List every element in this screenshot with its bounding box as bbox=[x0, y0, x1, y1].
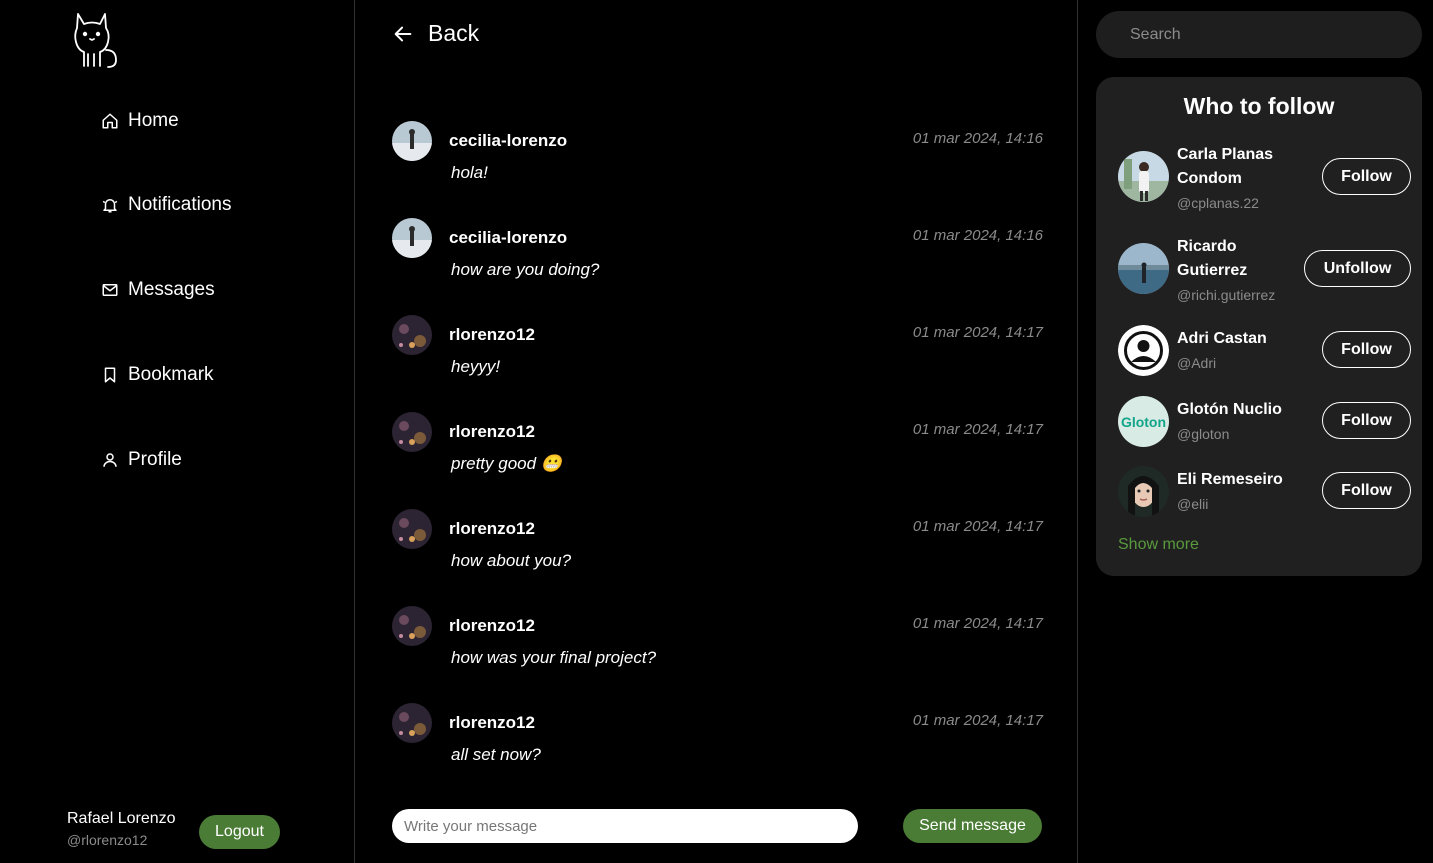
avatar[interactable] bbox=[392, 315, 432, 355]
gloton-logo-text: Gloton bbox=[1120, 413, 1167, 430]
chat-panel: Back cecilia-lorenzo 01 mar 2024, 14:16 … bbox=[356, 0, 1078, 863]
app: Home Notifications Messages Bookmark Pro… bbox=[0, 0, 1433, 863]
bookmark-icon bbox=[100, 366, 119, 385]
suggestion-name[interactable]: Adri Castan bbox=[1177, 327, 1267, 351]
suggestion-handle: @richi.gutierrez bbox=[1177, 287, 1276, 303]
arrow-left-icon bbox=[394, 26, 412, 41]
nav-home[interactable]: Home bbox=[100, 110, 179, 132]
nav-profile-label: Profile bbox=[128, 449, 182, 470]
message-item: rlorenzo12 01 mar 2024, 14:17 heyyy! bbox=[392, 315, 1043, 395]
home-icon bbox=[100, 112, 119, 131]
message-timestamp: 01 mar 2024, 14:17 bbox=[912, 324, 1043, 341]
suggestion-handle: @gloton bbox=[1177, 426, 1230, 442]
nav-bookmark[interactable]: Bookmark bbox=[100, 364, 214, 386]
message-item: rlorenzo12 01 mar 2024, 14:17 all set no… bbox=[392, 703, 1043, 783]
message-timestamp: 01 mar 2024, 14:16 bbox=[912, 227, 1043, 244]
message-author[interactable]: rlorenzo12 bbox=[449, 325, 535, 345]
avatar[interactable] bbox=[1118, 243, 1169, 294]
avatar[interactable] bbox=[392, 703, 432, 743]
message-author[interactable]: rlorenzo12 bbox=[449, 519, 535, 539]
default-avatar-icon[interactable] bbox=[1118, 325, 1169, 376]
left-sidebar: Home Notifications Messages Bookmark Pro… bbox=[0, 0, 355, 863]
who-to-follow-panel: Who to follow Carla Planas Condom @cplan… bbox=[1096, 77, 1422, 576]
suggestion-name[interactable]: Glotón Nuclio bbox=[1177, 398, 1282, 422]
follow-button[interactable]: Follow bbox=[1322, 402, 1411, 439]
suggestion-name[interactable]: Carla Planas bbox=[1177, 143, 1273, 167]
logout-button[interactable]: Logout bbox=[199, 815, 280, 849]
message-timestamp: 01 mar 2024, 14:17 bbox=[912, 421, 1043, 438]
avatar[interactable] bbox=[1118, 151, 1169, 202]
suggestion-item: Ricardo Gutierrez @richi.gutierrez Unfol… bbox=[1118, 235, 1411, 305]
message-text: all set now? bbox=[451, 745, 541, 764]
suggestion-item: Eli Remeseiro @elii Follow bbox=[1118, 466, 1411, 518]
message-author[interactable]: rlorenzo12 bbox=[449, 422, 535, 442]
send-message-button[interactable]: Send message bbox=[903, 809, 1042, 843]
suggestion-item: Carla Planas Condom @cplanas.22 Follow bbox=[1118, 143, 1411, 213]
suggestion-name[interactable]: Eli Remeseiro bbox=[1177, 468, 1283, 492]
message-timestamp: 01 mar 2024, 14:17 bbox=[912, 712, 1043, 729]
message-text: heyyy! bbox=[451, 357, 501, 376]
follow-button[interactable]: Follow bbox=[1322, 158, 1411, 195]
message-text: how was your final project? bbox=[451, 648, 657, 667]
nav-bookmark-label: Bookmark bbox=[128, 364, 214, 385]
message-item: rlorenzo12 01 mar 2024, 14:17 pretty goo… bbox=[392, 412, 1043, 492]
message-text: how about you? bbox=[451, 551, 572, 570]
message-input[interactable] bbox=[392, 809, 858, 843]
gloton-logo-avatar[interactable]: Gloton bbox=[1118, 396, 1169, 447]
suggestion-name-line2[interactable]: Condom bbox=[1177, 167, 1242, 191]
avatar[interactable] bbox=[392, 606, 432, 646]
avatar[interactable] bbox=[392, 412, 432, 452]
show-more-link[interactable]: Show more bbox=[1118, 536, 1199, 554]
search-input[interactable] bbox=[1096, 11, 1422, 58]
bell-icon bbox=[100, 196, 119, 215]
message-timestamp: 01 mar 2024, 14:17 bbox=[912, 518, 1043, 535]
suggestion-name[interactable]: Ricardo bbox=[1177, 235, 1237, 259]
user-icon bbox=[100, 451, 119, 470]
message-item: rlorenzo12 01 mar 2024, 14:17 how about … bbox=[392, 509, 1043, 589]
current-user-name: Rafael Lorenzo bbox=[67, 810, 176, 827]
message-item: rlorenzo12 01 mar 2024, 14:17 how was yo… bbox=[392, 606, 1043, 686]
nav-messages-label: Messages bbox=[128, 279, 215, 300]
suggestion-handle: @Adri bbox=[1177, 355, 1217, 371]
nav-home-label: Home bbox=[128, 110, 179, 131]
nav-notifications[interactable]: Notifications bbox=[100, 194, 232, 216]
envelope-icon bbox=[100, 281, 119, 300]
unfollow-button[interactable]: Unfollow bbox=[1304, 250, 1411, 287]
message-text: how are you doing? bbox=[451, 260, 600, 279]
cat-logo-icon[interactable] bbox=[72, 10, 120, 70]
suggestion-handle: @elii bbox=[1177, 496, 1209, 512]
suggestion-item: Adri Castan @Adri Follow bbox=[1118, 325, 1411, 377]
back-label: Back bbox=[428, 20, 480, 46]
avatar[interactable] bbox=[1118, 466, 1169, 517]
back-button[interactable]: Back bbox=[392, 20, 479, 47]
message-author[interactable]: cecilia-lorenzo bbox=[449, 228, 567, 248]
message-author[interactable]: cecilia-lorenzo bbox=[449, 131, 567, 151]
current-user-handle: @rlorenzo12 bbox=[67, 832, 148, 848]
message-text: pretty good 😬 bbox=[451, 454, 562, 473]
follow-button[interactable]: Follow bbox=[1322, 472, 1411, 509]
avatar[interactable] bbox=[392, 121, 432, 161]
message-item: cecilia-lorenzo 01 mar 2024, 14:16 hola! bbox=[392, 121, 1043, 201]
suggestion-handle: @cplanas.22 bbox=[1177, 195, 1259, 211]
suggestion-item: Gloton Glotón Nuclio @gloton Follow bbox=[1118, 396, 1411, 448]
message-timestamp: 01 mar 2024, 14:16 bbox=[912, 130, 1043, 147]
nav-notifications-label: Notifications bbox=[128, 194, 232, 215]
message-item: cecilia-lorenzo 01 mar 2024, 14:16 how a… bbox=[392, 218, 1043, 298]
who-to-follow-title: Who to follow bbox=[1183, 93, 1335, 119]
nav-messages[interactable]: Messages bbox=[100, 279, 215, 301]
message-author[interactable]: rlorenzo12 bbox=[449, 713, 535, 733]
message-text: hola! bbox=[451, 163, 488, 182]
follow-button[interactable]: Follow bbox=[1322, 331, 1411, 368]
avatar[interactable] bbox=[392, 509, 432, 549]
avatar[interactable] bbox=[392, 218, 432, 258]
message-timestamp: 01 mar 2024, 14:17 bbox=[912, 615, 1043, 632]
nav-profile[interactable]: Profile bbox=[100, 449, 182, 471]
message-author[interactable]: rlorenzo12 bbox=[449, 616, 535, 636]
current-user: Rafael Lorenzo @rlorenzo12 bbox=[67, 810, 176, 848]
suggestion-name-line2[interactable]: Gutierrez bbox=[1177, 259, 1247, 283]
